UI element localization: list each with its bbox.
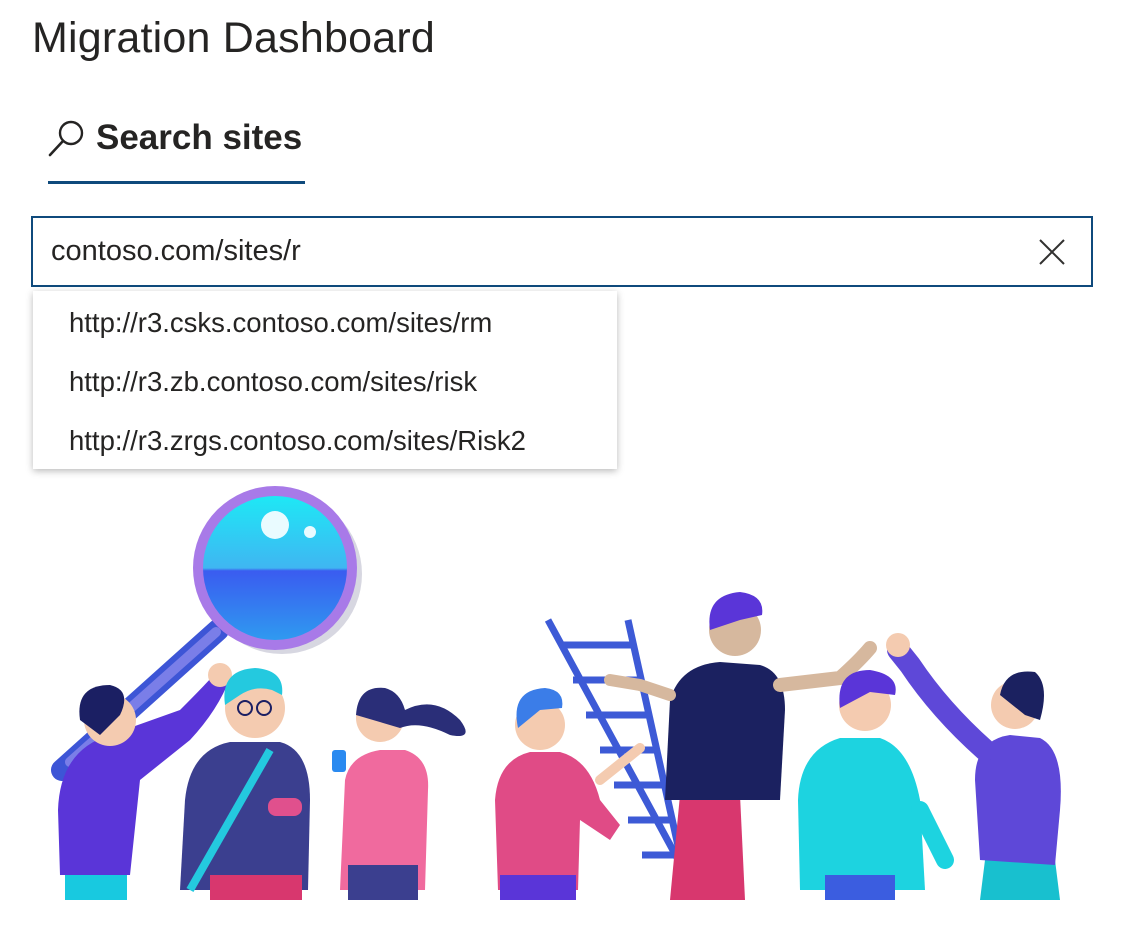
- suggestion-item[interactable]: http://r3.zb.contoso.com/sites/risk: [69, 366, 477, 398]
- suggestions-dropdown: http://r3.csks.contoso.com/sites/rm http…: [33, 291, 617, 469]
- people-search-illustration: [51, 486, 1061, 900]
- person-6: [798, 670, 954, 900]
- close-icon[interactable]: [1035, 235, 1069, 269]
- search-box[interactable]: [31, 216, 1093, 287]
- person-3: [332, 687, 466, 900]
- suggestion-item[interactable]: http://r3.zrgs.contoso.com/sites/Risk2: [69, 425, 526, 457]
- person-4: [495, 688, 645, 900]
- tab-search-sites[interactable]: Search sites: [48, 112, 305, 184]
- search-input[interactable]: [51, 218, 1011, 285]
- page-title: Migration Dashboard: [32, 14, 435, 62]
- tab-label: Search sites: [96, 118, 303, 157]
- active-tab-indicator: [48, 181, 305, 184]
- suggestion-item[interactable]: http://r3.csks.contoso.com/sites/rm: [69, 307, 492, 339]
- search-icon: [48, 120, 84, 157]
